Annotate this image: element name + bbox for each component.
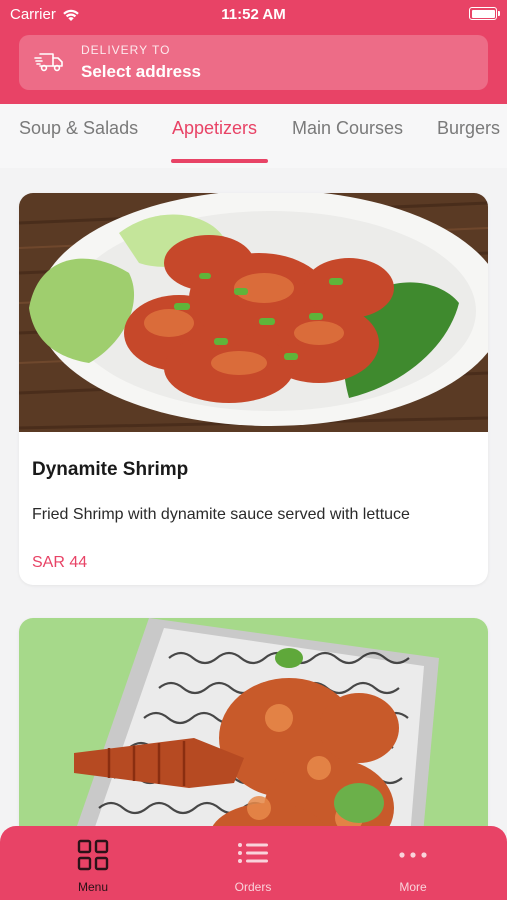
tab-burgers[interactable]: Burgers: [437, 118, 500, 139]
list-icon: [238, 843, 268, 863]
status-bar: Carrier 11:52 AM: [0, 0, 507, 28]
delivery-address: Select address: [81, 62, 202, 81]
dish-name: Dynamite Shrimp: [32, 459, 189, 480]
header: Carrier 11:52 AM DELIVERY TO Select addr…: [0, 0, 507, 104]
nav-menu-label: Menu: [77, 880, 109, 894]
delivery-address-selector[interactable]: DELIVERY TO Select address: [19, 35, 488, 90]
nav-menu[interactable]: Menu: [33, 826, 153, 900]
status-time: 11:52 AM: [221, 6, 286, 23]
more-icon: [399, 852, 427, 858]
nav-orders[interactable]: Orders: [193, 826, 313, 900]
battery-icon: [469, 7, 500, 20]
nav-more-label: More: [399, 880, 427, 894]
nav-more[interactable]: More: [353, 826, 473, 900]
tab-main-courses[interactable]: Main Courses: [292, 118, 403, 139]
dish-price: SAR 44: [32, 554, 88, 571]
dish-image: [19, 193, 488, 432]
nav-orders-label: Orders: [234, 880, 272, 894]
dish-description: Fried Shrimp with dynamite sauce served …: [32, 506, 410, 523]
delivery-truck-icon: [34, 53, 63, 72]
tab-soup-salads[interactable]: Soup & Salads: [19, 118, 138, 139]
bottom-navigation: Menu Orders More: [0, 826, 507, 900]
active-tab-indicator: [171, 159, 268, 163]
tab-appetizers[interactable]: Appetizers: [172, 118, 257, 139]
menu-item-card[interactable]: Dynamite Shrimp Fried Shrimp with dynami…: [19, 193, 488, 585]
delivery-label: DELIVERY TO: [81, 43, 171, 57]
grid-icon: [77, 839, 109, 871]
category-tabs: Soup & Salads Appetizers Main Courses Bu…: [0, 104, 507, 168]
